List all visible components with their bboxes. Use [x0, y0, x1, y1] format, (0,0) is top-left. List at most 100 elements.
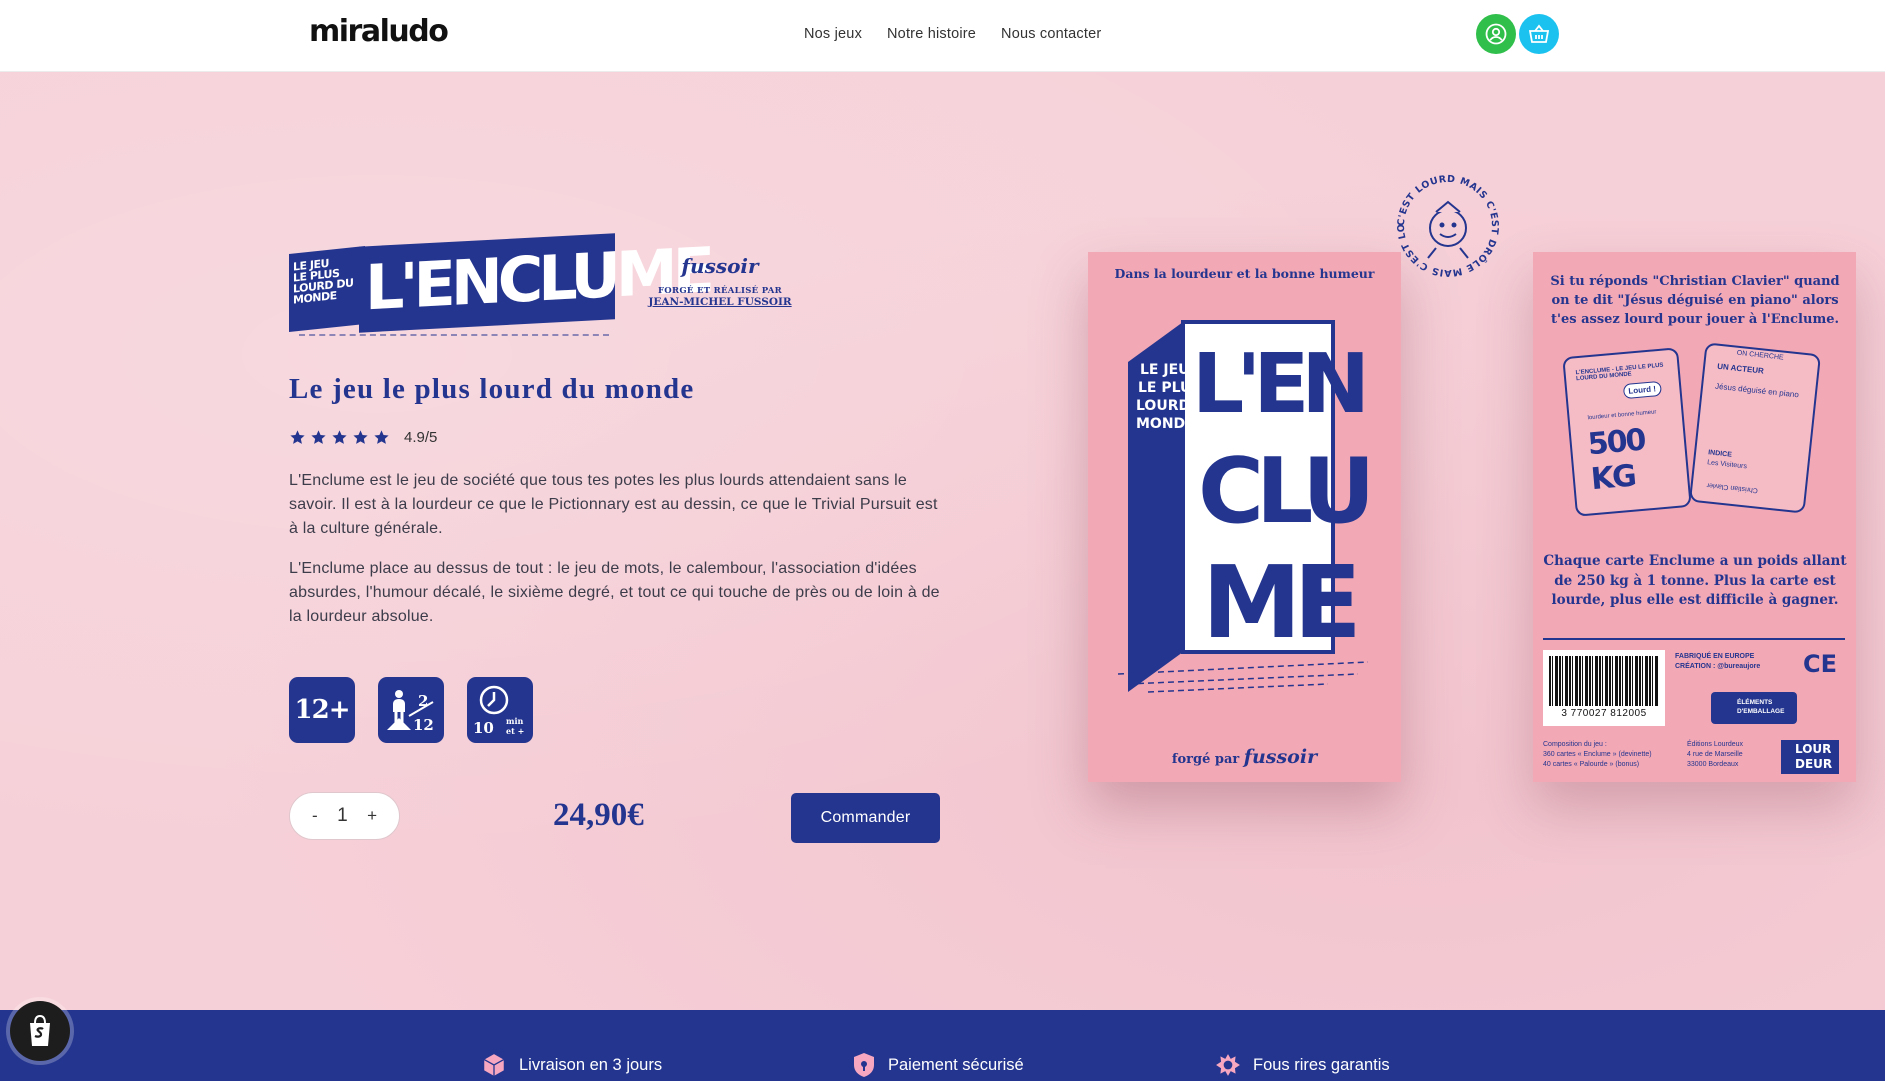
- maker-script: fussoir: [681, 254, 759, 278]
- example-cards: L'ENCLUME - LE JEU LE PLUS LOURD DU MOND…: [1562, 342, 1829, 548]
- box-side-line: MONDE: [1136, 416, 1195, 432]
- star-icon: [311, 430, 326, 444]
- age-badge-text: 12+: [294, 695, 351, 725]
- barcode: 3 770027 812005: [1543, 650, 1665, 726]
- logo-cracks: [299, 326, 609, 336]
- flower-icon: [1216, 1054, 1240, 1076]
- publisher-logo: LOUR DEUR: [1781, 740, 1839, 774]
- product-box-front: Dans la lourdeur et la bonne humeur LE J…: [1088, 252, 1401, 782]
- composition-line: 40 cartes « Palourde » (bonus): [1543, 761, 1640, 768]
- maker-name: JEAN-MICHEL FUSSOIR: [648, 296, 792, 308]
- composition-line: Composition du jeu :: [1543, 741, 1607, 748]
- box-composition: Composition du jeu : 360 cartes « Enclum…: [1543, 740, 1652, 770]
- nav-link-histoire[interactable]: Notre histoire: [887, 26, 976, 42]
- shopify-chat-button[interactable]: [10, 1001, 70, 1061]
- quantity-decrease-button[interactable]: -: [312, 806, 318, 826]
- nav-link-contact[interactable]: Nous contacter: [1001, 26, 1101, 42]
- logo-word-block: L'ENCLUME: [359, 233, 710, 333]
- enclume-logo: LE JEU LE PLUS LOURD DU MONDE L'ENCLUME: [289, 233, 710, 336]
- card-weight: 500 KG: [1586, 422, 1646, 498]
- product-box-back: Si tu réponds "Christian Clavier" quand …: [1533, 252, 1856, 782]
- product-description-2: L'Enclume place au dessus de tout : le j…: [289, 560, 940, 625]
- feature-label: Fous rires garantis: [1253, 1055, 1390, 1074]
- duration-unit: min: [506, 716, 524, 726]
- feature-payment: Paiement sécurisé: [852, 1052, 1024, 1078]
- card-tag: lourdeur et bonne humeur: [1587, 409, 1657, 422]
- editor-line: Éditions Lourdeux: [1687, 741, 1744, 748]
- box-back-fabrication: FABRIQUÉ EN EUROPE CRÉATION : @bureaujor…: [1675, 652, 1760, 672]
- product-headline: Le jeu le plus lourd du monde: [289, 373, 695, 405]
- logo-small-text: LE JEU LE PLUS LOURD DU MONDE: [293, 255, 353, 307]
- box-title-line: CLU: [1198, 439, 1367, 544]
- star-icon: [374, 430, 389, 444]
- duration-badge: 10 min et +: [467, 677, 533, 743]
- logo-block: LE JEU LE PLUS LOURD DU MONDE: [289, 246, 365, 332]
- feature-delivery: Livraison en 3 jours: [481, 1052, 662, 1078]
- feature-label: Paiement sécurisé: [888, 1055, 1024, 1074]
- feature-label: Livraison en 3 jours: [519, 1055, 663, 1074]
- editor-line: 4 rue de Marseille: [1687, 751, 1743, 758]
- site-header: miraludo Nos jeux Notre histoire Nous co…: [0, 0, 1885, 72]
- stamp-badge: C'EST LOURD MAIS C'EST DRÔLE MAIS C'EST …: [1392, 170, 1500, 278]
- barcode-number: 3 770027 812005: [1561, 708, 1647, 719]
- product-price: 24,90€: [553, 797, 644, 833]
- product-badges: 12+ 2 12 10 min et +: [289, 677, 533, 743]
- star-icon: [332, 430, 347, 444]
- box-back-divider: [1543, 638, 1845, 640]
- features-bar: Livraison en 3 jours Paiement sécurisé F…: [0, 1010, 1885, 1081]
- ce-mark: CE: [1803, 650, 1838, 678]
- box-back-intro: Si tu réponds "Christian Clavier" quand …: [1550, 274, 1840, 327]
- players-max: 12: [413, 716, 434, 734]
- quantity-stepper: - 1 +: [289, 792, 400, 840]
- box-title-line: ME: [1202, 544, 1355, 661]
- age-badge: 12+: [289, 677, 355, 743]
- forged-maker: fussoir: [1243, 746, 1318, 768]
- user-circle-icon: [1485, 23, 1507, 45]
- rating-score: 4.9/5: [404, 429, 438, 446]
- recycling-badge: ÉLÉMENTS D'EMBALLAGE: [1711, 692, 1797, 724]
- box-side-line: LE JEU: [1140, 362, 1190, 378]
- composition-line: 360 cartes « Enclume » (devinette): [1543, 751, 1652, 758]
- maker-logo: fussoir FORGÉ ET RÉALISÉ PAR JEAN-MICHEL…: [645, 254, 795, 308]
- product-description-1: L'Enclume est le jeu de société que tous…: [289, 472, 938, 537]
- cart-button[interactable]: [1519, 14, 1559, 54]
- feature-fun: Fous rires garantis: [1215, 1052, 1390, 1078]
- card-clue: Jésus déguisé en piano: [1714, 381, 1800, 400]
- creation-text: CRÉATION : @bureaujore: [1675, 663, 1761, 670]
- account-button[interactable]: [1476, 14, 1516, 54]
- box-tagline: Dans la lourdeur et la bonne humeur: [1114, 266, 1375, 281]
- shopify-bag-icon: [30, 1014, 50, 1046]
- product-rating: 4.9/5: [289, 429, 437, 446]
- card-bubble: Lourd !: [1622, 380, 1662, 400]
- quantity-increase-button[interactable]: +: [367, 806, 377, 826]
- duration-value: 10: [473, 719, 494, 737]
- example-card-answer: ON CHERCHE UN ACTEUR Jésus déguisé en pi…: [1688, 342, 1822, 514]
- box-icon: [483, 1054, 505, 1076]
- players-icon: 2 12: [387, 690, 434, 734]
- nav-link-jeux[interactable]: Nos jeux: [804, 26, 862, 42]
- box-back-rules: Chaque carte Enclume a un poids allant d…: [1543, 553, 1847, 608]
- card-hint-label: INDICE: [1707, 449, 1733, 459]
- publisher-logo-line: DEUR: [1795, 757, 1833, 771]
- quantity-value[interactable]: 1: [337, 805, 348, 827]
- shield-icon: [854, 1053, 874, 1077]
- box-forged-by: forgé par fussoir: [1088, 746, 1401, 768]
- box-title-line: L'EN: [1192, 337, 1363, 432]
- order-button[interactable]: Commander: [791, 793, 940, 843]
- maker-credit: FORGÉ ET RÉALISÉ PAR: [657, 286, 783, 296]
- barcode-bars: [1549, 656, 1659, 706]
- fabrique-text: FABRIQUÉ EN EUROPE: [1675, 653, 1755, 660]
- card-hint: Les Visiteurs: [1706, 459, 1748, 471]
- editor-line: 33000 Bordeaux: [1687, 761, 1739, 768]
- site-logo[interactable]: miraludo: [309, 14, 449, 49]
- example-card-enclume: L'ENCLUME - LE JEU LE PLUS LOURD DU MOND…: [1562, 347, 1692, 517]
- star-icon: [290, 430, 305, 444]
- players-badge: 2 12: [378, 677, 444, 743]
- card-search: ON CHERCHE: [1736, 349, 1784, 362]
- star-icon: [353, 430, 368, 444]
- card-answer: Christian Clavier: [1706, 481, 1759, 494]
- clock-icon: 10 min et +: [473, 685, 524, 737]
- basket-icon: [1528, 24, 1550, 43]
- card-title: UN ACTEUR: [1716, 361, 1765, 376]
- box-editor: Éditions Lourdeux 4 rue de Marseille 330…: [1687, 740, 1743, 770]
